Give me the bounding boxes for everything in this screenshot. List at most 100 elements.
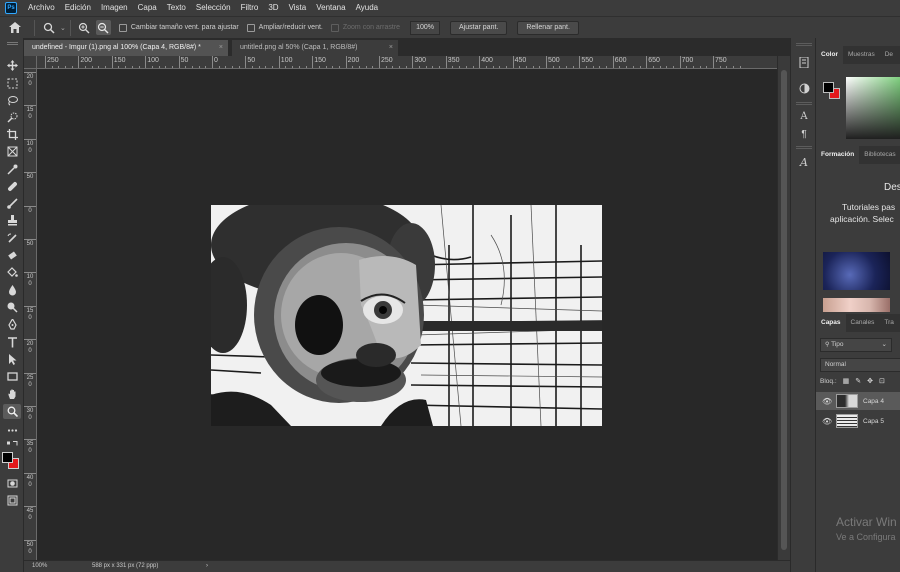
menu-archivo[interactable]: Archivo	[23, 0, 60, 16]
vertical-scrollbar[interactable]	[777, 56, 790, 560]
layer-row[interactable]: 👁 Capa 5	[816, 412, 900, 430]
home-button[interactable]	[0, 17, 30, 39]
layer-row[interactable]: 👁 Capa 4	[816, 392, 900, 410]
tutorial-thumbnail[interactable]	[823, 298, 890, 312]
zoom-tool-icon[interactable]	[3, 404, 21, 419]
resize-windows-checkbox[interactable]: Cambiar tamaño vent. para ajustar	[118, 23, 239, 32]
hand-tool-icon[interactable]	[3, 387, 21, 402]
menu-imagen[interactable]: Imagen	[96, 0, 133, 16]
quick-selection-tool-icon[interactable]	[3, 110, 21, 125]
paragraph-panel-icon[interactable]: ¶	[795, 126, 813, 142]
eraser-tool-icon[interactable]	[3, 248, 21, 263]
dodge-tool-icon[interactable]	[3, 300, 21, 315]
tab-gradients[interactable]: De	[880, 46, 898, 64]
blur-tool-icon[interactable]	[3, 283, 21, 298]
learn-line-1: Tutoriales pas	[842, 202, 896, 212]
ruler-tick	[612, 56, 614, 68]
toolbar-grip[interactable]	[3, 40, 21, 46]
foreground-color-swatch[interactable]	[2, 452, 13, 463]
pen-tool-icon[interactable]	[3, 317, 21, 332]
history-brush-tool-icon[interactable]	[3, 231, 21, 246]
checkbox-box[interactable]	[118, 23, 127, 32]
tutorial-thumbnail[interactable]	[823, 252, 890, 290]
tab-color[interactable]: Color	[816, 46, 843, 64]
scrollbar-thumb[interactable]	[781, 70, 787, 550]
zoom-in-icon[interactable]	[77, 20, 92, 35]
more-tools-icon[interactable]	[3, 423, 21, 438]
screen-mode-icon[interactable]	[3, 493, 21, 508]
panel-foreground-swatch[interactable]	[823, 82, 834, 93]
adjustments-panel-icon[interactable]	[795, 80, 813, 96]
layer-thumbnail	[836, 414, 858, 428]
visibility-eye-icon[interactable]: 👁	[822, 417, 832, 426]
tab-libraries[interactable]: Bibliotecas	[859, 146, 900, 164]
visibility-eye-icon[interactable]: 👁	[822, 397, 832, 406]
document-image[interactable]	[211, 205, 602, 426]
tab-swatches[interactable]: Muestras	[843, 46, 880, 64]
tab-layers[interactable]: Capas	[816, 314, 846, 332]
vertical-ruler[interactable]: 200 150 100 50 0 50 100 150 200 250 300 350 400 450 50…	[24, 56, 37, 560]
horizontal-ruler[interactable]: 250 200 150 100 50 0 50 100 150 200 250 300 350 400 45…	[37, 56, 777, 69]
path-selection-tool-icon[interactable]	[3, 352, 21, 367]
menu-ventana[interactable]: Ventana	[311, 0, 350, 16]
ruler-origin[interactable]	[24, 56, 37, 69]
glyphs-panel-icon[interactable]: A	[795, 154, 813, 170]
menu-filtro[interactable]: Filtro	[236, 0, 264, 16]
tab-document-imgur[interactable]: undefined - Imgur (1).png al 100% (Capa …	[24, 40, 228, 56]
menu-capa[interactable]: Capa	[133, 0, 162, 16]
zoom-tool-preset-icon[interactable]	[41, 20, 56, 35]
zoom-out-icon[interactable]	[95, 20, 111, 35]
character-panel-icon[interactable]: A	[795, 108, 813, 124]
lasso-tool-icon[interactable]	[3, 93, 21, 108]
zoom-tool-preset[interactable]: ⌄	[41, 20, 66, 35]
frame-tool-icon[interactable]	[3, 144, 21, 159]
zoom-percent-field[interactable]: 100%	[410, 20, 441, 35]
lock-pixels-icon[interactable]: ✎	[855, 377, 861, 385]
checkbox-box[interactable]	[246, 23, 255, 32]
layer-filter-dropdown[interactable]: ⚲ Tipo ⌄	[820, 338, 892, 352]
color-picker-field[interactable]	[846, 77, 900, 139]
strip-grip[interactable]	[796, 102, 812, 105]
fill-screen-button[interactable]: Rellenar pant.	[517, 20, 579, 35]
close-icon[interactable]: ×	[219, 40, 223, 56]
tab-document-untitled[interactable]: untitled.png al 50% (Capa 1, RGB/8#) ×	[232, 40, 398, 56]
tab-label: undefined - Imgur (1).png al 100% (Capa …	[32, 44, 201, 51]
crop-tool-icon[interactable]	[3, 127, 21, 142]
chevron-down-icon[interactable]: ⌄	[60, 24, 66, 32]
close-icon[interactable]: ×	[389, 40, 393, 56]
menu-3d[interactable]: 3D	[263, 0, 283, 16]
rectangle-tool-icon[interactable]	[3, 369, 21, 384]
type-tool-icon[interactable]	[3, 335, 21, 350]
quick-mask-icon[interactable]	[3, 476, 21, 491]
clone-stamp-tool-icon[interactable]	[3, 213, 21, 228]
eyedropper-tool-icon[interactable]	[3, 162, 21, 177]
move-tool-icon[interactable]	[3, 58, 21, 73]
menu-ayuda[interactable]: Ayuda	[351, 0, 384, 16]
tab-learn[interactable]: Formación	[816, 146, 860, 164]
tab-channels[interactable]: Canales	[846, 314, 880, 332]
creepy-doll-photo	[211, 205, 602, 426]
menu-texto[interactable]: Texto	[162, 0, 191, 16]
paint-bucket-tool-icon[interactable]	[3, 265, 21, 280]
ruler-tick	[178, 56, 180, 68]
lock-transparency-icon[interactable]: ▦	[843, 377, 850, 385]
zoom-all-windows-checkbox[interactable]: Ampliar/reducir vent.	[246, 23, 323, 32]
menu-vista[interactable]: Vista	[284, 0, 312, 16]
fit-screen-button[interactable]: Ajustar pant.	[450, 20, 508, 35]
menu-seleccion[interactable]: Selección	[191, 0, 236, 16]
lock-position-icon[interactable]: ✥	[867, 377, 873, 385]
healing-brush-tool-icon[interactable]	[3, 179, 21, 194]
strip-grip[interactable]	[796, 43, 812, 46]
tab-paths[interactable]: Tra	[879, 314, 899, 332]
brush-tool-icon[interactable]	[3, 196, 21, 211]
marquee-tool-icon[interactable]	[3, 76, 21, 91]
photoshop-logo-icon[interactable]: Ps	[5, 2, 17, 14]
menu-edicion[interactable]: Edición	[60, 0, 96, 16]
history-panel-icon[interactable]	[795, 54, 813, 70]
blend-mode-dropdown[interactable]: Normal	[820, 358, 900, 372]
status-menu-arrow[interactable]: ›	[206, 561, 208, 572]
lock-artboard-icon[interactable]: ⊡	[879, 377, 885, 385]
swap-colors-icon[interactable]	[3, 439, 21, 449]
strip-grip[interactable]	[796, 146, 812, 149]
status-zoom-level[interactable]: 100%	[32, 561, 47, 572]
